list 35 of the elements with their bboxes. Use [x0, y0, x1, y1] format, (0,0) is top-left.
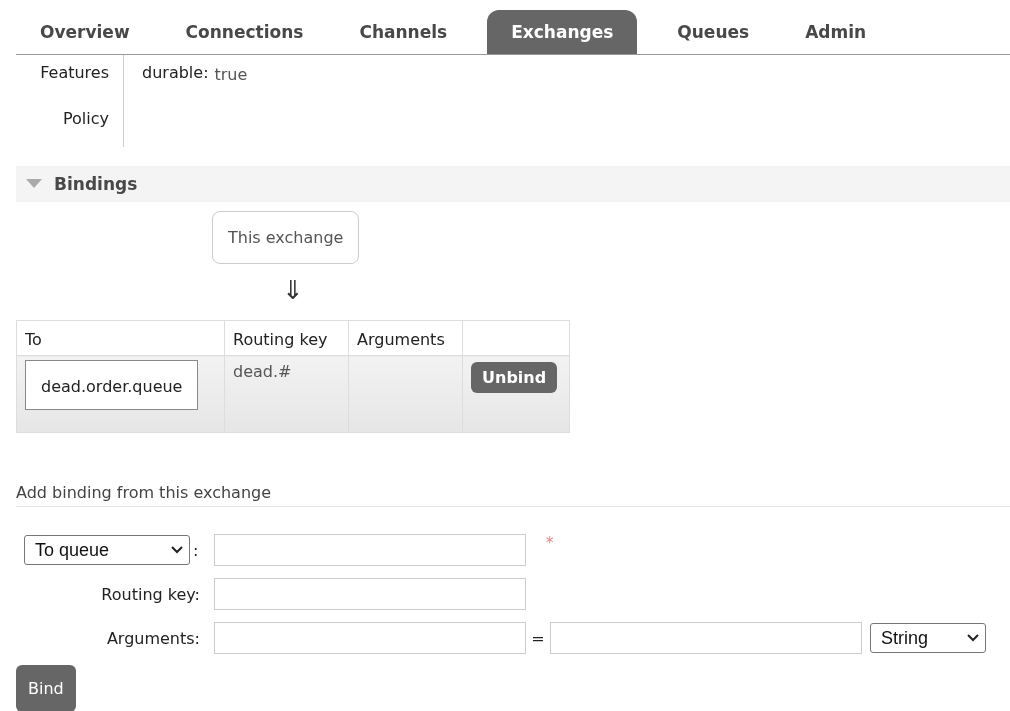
nav-tab[interactable]: Connections — [169, 10, 320, 54]
property-label: Features — [16, 55, 124, 101]
destination-input-field[interactable] — [214, 534, 526, 566]
nav-tab[interactable]: Overview — [24, 10, 146, 54]
nav-tab[interactable]: Channels — [343, 10, 464, 54]
chevron-down-icon — [171, 546, 183, 554]
equals-sign: = — [531, 628, 545, 648]
bind-button[interactable]: Bind — [16, 665, 76, 711]
queue-link[interactable]: dead.order.queue — [25, 360, 199, 410]
section-header[interactable]: Bindings — [16, 166, 1010, 202]
field-separator: : — [193, 540, 199, 560]
column-header: Routing key — [224, 320, 349, 356]
down-arrow: ⇓ — [282, 274, 304, 306]
nav-tab[interactable]: Exchanges — [487, 10, 638, 54]
property-label: Policy — [16, 101, 124, 147]
source-exchange-box: This exchange — [212, 211, 360, 264]
table-cell: dead.# — [224, 355, 349, 433]
field-label: Routing key: — [101, 584, 201, 604]
required-mark: * — [546, 534, 554, 552]
nav-tab[interactable]: Queues — [661, 10, 766, 54]
nav-tab[interactable]: Admin — [789, 10, 883, 54]
chevron-down-icon — [967, 634, 979, 642]
column-header: Arguments — [348, 320, 463, 356]
property-value: true — [214, 65, 248, 84]
form-title: Add binding from this exchange — [16, 483, 1010, 507]
argument-value-input-field[interactable] — [550, 622, 862, 654]
destination-type-dropdown[interactable]: To queue — [24, 535, 190, 565]
column-header: To — [16, 320, 225, 356]
property-key: durable: — [142, 63, 209, 82]
field-label: Arguments: — [106, 628, 201, 648]
unbind-button[interactable]: Unbind — [471, 362, 558, 393]
section-title: Bindings — [54, 174, 138, 194]
argument-type-dropdown[interactable]: String — [870, 623, 986, 653]
argument-key-input-field[interactable] — [214, 622, 526, 654]
routing-key-input-field[interactable] — [214, 578, 526, 610]
